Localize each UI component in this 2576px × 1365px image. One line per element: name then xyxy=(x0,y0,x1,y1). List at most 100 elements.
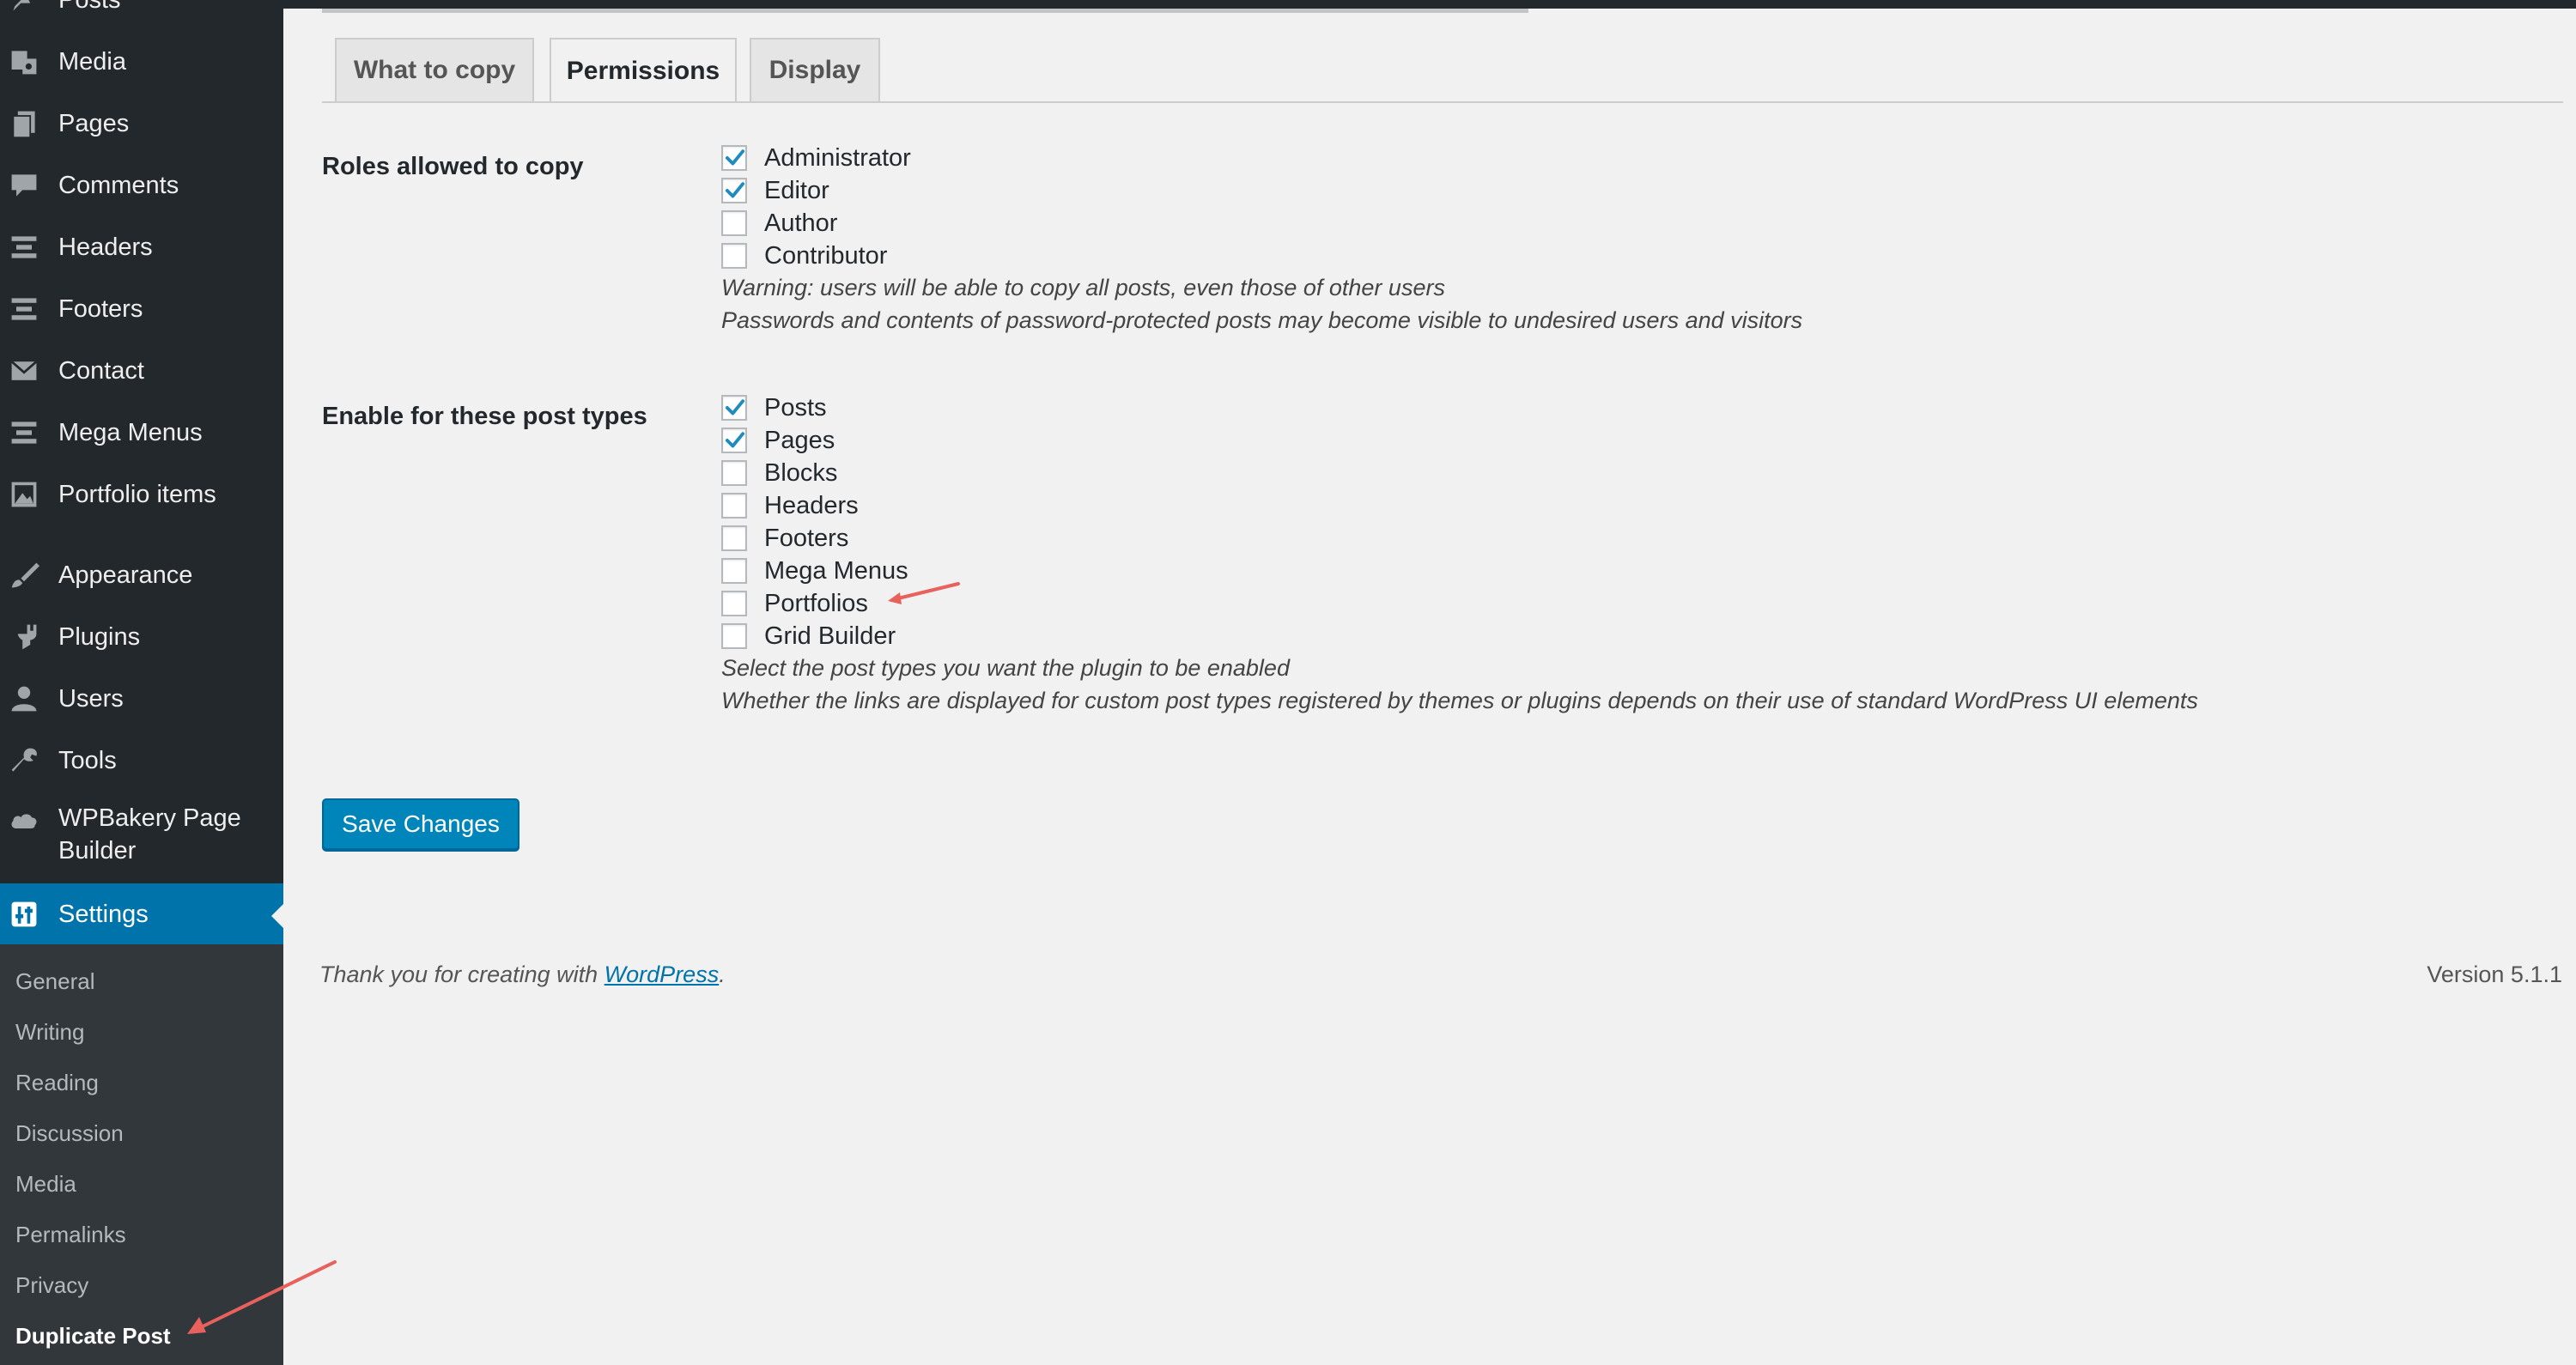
post-types-label: Enable for these post types xyxy=(322,403,647,430)
footer-suffix: . xyxy=(719,962,726,987)
settings-icon xyxy=(7,897,41,931)
post-type-option[interactable]: Pages xyxy=(721,424,835,457)
admin-sidebar: Posts Media Pages Comments Headers Foote… xyxy=(0,0,283,1365)
sidebar-item-headers[interactable]: Headers xyxy=(0,230,283,264)
sidebar-item-contact[interactable]: Contact xyxy=(0,354,283,388)
sidebar-item-label: Settings xyxy=(58,900,149,928)
sidebar-item-comments[interactable]: Comments xyxy=(0,168,283,203)
role-option[interactable]: Administrator xyxy=(721,142,911,174)
brush-icon xyxy=(7,558,41,592)
checkbox[interactable] xyxy=(721,145,747,171)
sidebar-item-tools[interactable]: Tools xyxy=(0,743,283,778)
wordpress-link[interactable]: WordPress xyxy=(605,962,720,987)
sidebar-item-pages[interactable]: Pages xyxy=(0,106,283,141)
tab-display[interactable]: Display xyxy=(750,38,880,101)
sidebar-item-portfolio-items[interactable]: Portfolio items xyxy=(0,477,283,512)
submenu-permalinks[interactable]: Permalinks xyxy=(15,1222,126,1248)
checkbox[interactable] xyxy=(721,428,747,453)
tab-what-to-copy[interactable]: What to copy xyxy=(335,38,534,101)
sidebar-item-label: Plugins xyxy=(58,622,141,651)
submenu-duplicate-post[interactable]: Duplicate Post xyxy=(15,1323,171,1350)
sidebar-item-label: Footers xyxy=(58,294,143,323)
checkbox-label: Contributor xyxy=(764,241,888,270)
mail-icon xyxy=(7,354,41,388)
checkbox-label: Portfolios xyxy=(764,589,868,617)
checkmark-icon xyxy=(725,149,745,166)
sidebar-item-settings[interactable]: Settings xyxy=(0,883,283,945)
post-type-option[interactable]: Footers xyxy=(721,522,848,555)
cloud-icon xyxy=(7,804,41,838)
checkbox[interactable] xyxy=(721,210,747,236)
role-option[interactable]: Editor xyxy=(721,174,829,207)
checkbox[interactable] xyxy=(721,558,747,584)
checkbox[interactable] xyxy=(721,243,747,269)
image-icon xyxy=(7,477,41,512)
sidebar-item-appearance[interactable]: Appearance xyxy=(0,558,283,592)
submenu-general[interactable]: General xyxy=(15,968,95,995)
settings-submenu: General Writing Reading Discussion Media… xyxy=(0,944,283,1365)
submenu-privacy[interactable]: Privacy xyxy=(15,1272,88,1299)
sidebar-item-label: Mega Menus xyxy=(58,418,203,446)
checkbox-label: Administrator xyxy=(764,143,911,172)
pin-icon xyxy=(7,0,41,17)
post-type-option[interactable]: Posts xyxy=(721,391,827,424)
sidebar-item-media[interactable]: Media xyxy=(0,45,283,79)
checkbox[interactable] xyxy=(721,460,747,486)
sidebar-item-label: Contact xyxy=(58,356,144,385)
sidebar-item-footers[interactable]: Footers xyxy=(0,292,283,326)
checkbox-label: Author xyxy=(764,209,838,237)
sidebar-item-plugins[interactable]: Plugins xyxy=(0,620,283,654)
checkbox[interactable] xyxy=(721,525,747,551)
sidebar-item-wpbakery[interactable]: WPBakery Page Builder xyxy=(0,802,283,871)
post-type-option[interactable]: Blocks xyxy=(721,457,837,489)
sidebar-item-mega-menus[interactable]: Mega Menus xyxy=(0,416,283,450)
submenu-media[interactable]: Media xyxy=(15,1171,76,1198)
sidebar-item-users[interactable]: Users xyxy=(0,682,283,716)
notice-strip xyxy=(322,9,1528,13)
list-icon xyxy=(7,230,41,264)
active-indicator xyxy=(271,904,283,928)
tab-permissions[interactable]: Permissions xyxy=(550,38,737,103)
checkbox-label: Mega Menus xyxy=(764,556,908,585)
role-option[interactable]: Author xyxy=(721,207,837,240)
roles-warning-note: Warning: users will be able to copy all … xyxy=(721,275,1445,300)
submenu-reading[interactable]: Reading xyxy=(15,1070,99,1096)
sidebar-item-label: WPBakery Page Builder xyxy=(58,804,241,864)
sidebar-item-label: Media xyxy=(58,47,126,76)
submenu-discussion[interactable]: Discussion xyxy=(15,1120,124,1147)
checkbox-label: Grid Builder xyxy=(764,622,896,650)
wrench-icon xyxy=(7,743,41,778)
sidebar-item-posts[interactable]: Posts xyxy=(0,0,283,15)
checkbox[interactable] xyxy=(721,493,747,519)
checkbox-label: Posts xyxy=(764,393,827,422)
roles-password-note: Passwords and contents of password-prote… xyxy=(721,307,1803,333)
checkbox[interactable] xyxy=(721,395,747,421)
checkbox[interactable] xyxy=(721,623,747,649)
sidebar-item-label: Pages xyxy=(58,109,130,137)
checkbox[interactable] xyxy=(721,591,747,616)
checkbox[interactable] xyxy=(721,178,747,203)
version-label: Version 5.1.1 xyxy=(2427,962,2562,987)
checkmark-icon xyxy=(725,182,745,198)
checkbox-label: Editor xyxy=(764,176,829,204)
pages-icon xyxy=(7,106,41,141)
post-types-select-note: Select the post types you want the plugi… xyxy=(721,655,1290,681)
post-type-option[interactable]: Headers xyxy=(721,489,859,522)
sidebar-item-label: Posts xyxy=(58,0,121,15)
save-changes-button[interactable]: Save Changes xyxy=(322,798,519,850)
checkbox-label: Footers xyxy=(764,524,849,552)
admin-bar xyxy=(283,0,2576,9)
post-type-option[interactable]: Grid Builder xyxy=(721,620,896,652)
user-icon xyxy=(7,682,41,716)
post-type-option[interactable]: Portfolios xyxy=(721,587,868,620)
checkbox-label: Pages xyxy=(764,426,835,454)
footer-thanks: Thank you for creating with WordPress. xyxy=(319,962,726,988)
footer-prefix: Thank you for creating with xyxy=(319,962,605,987)
role-option[interactable]: Contributor xyxy=(721,240,887,272)
checkbox-label: Blocks xyxy=(764,458,838,487)
comments-icon xyxy=(7,168,41,203)
post-type-option[interactable]: Mega Menus xyxy=(721,555,908,587)
submenu-writing[interactable]: Writing xyxy=(15,1019,84,1046)
sidebar-item-label: Users xyxy=(58,684,124,713)
sidebar-item-label: Portfolio items xyxy=(58,480,216,508)
